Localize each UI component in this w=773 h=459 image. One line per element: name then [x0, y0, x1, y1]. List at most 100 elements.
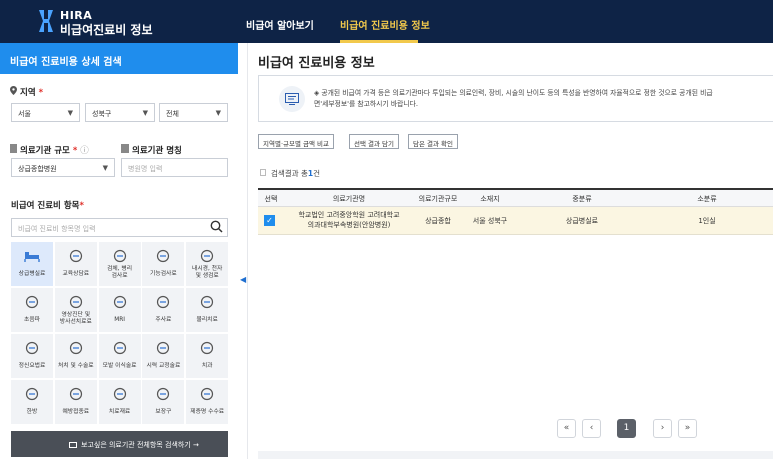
col-select: 선택 — [264, 195, 278, 203]
category-label: 상급병실료 — [18, 271, 46, 277]
view-saved-button[interactable]: 담은 결과 확인 — [408, 134, 459, 149]
hospital-name[interactable]: 학교법인 고려중앙학원 고려대학교 의과대학부속병원(안암병원) — [284, 210, 414, 230]
mid-category: 상급병실료 — [565, 217, 599, 225]
location-pin-icon — [10, 86, 17, 95]
chevron-down-icon: ▼ — [102, 164, 108, 172]
item-search-input[interactable]: 비급여 진료비 항목명 입력 — [11, 218, 228, 237]
brand-subtitle[interactable]: 비급여진료비 정보 — [60, 21, 153, 38]
last-page-button[interactable]: » — [678, 419, 697, 438]
prev-page-button[interactable]: ‹ — [582, 419, 601, 438]
arrow-right-icon: → — [192, 441, 199, 449]
col-location: 소재지 — [480, 195, 500, 203]
category-consult[interactable]: 교육상담료 — [54, 242, 97, 286]
category-vaccine[interactable]: 예방접종료 — [54, 380, 97, 424]
category-brain[interactable]: 정신요법료 — [11, 334, 53, 378]
category-label: 기능검사료 — [150, 271, 177, 277]
hira-logo-icon[interactable] — [36, 8, 56, 34]
category-microscope[interactable]: 검체, 병리 검사료 — [98, 242, 141, 286]
microscope-icon — [113, 249, 126, 263]
bed-icon — [24, 252, 40, 262]
list-icon — [69, 442, 77, 448]
nav-item-about[interactable]: 비급여 알아보기 — [246, 17, 314, 32]
category-herbal[interactable]: 한방 — [11, 380, 53, 424]
top-bar: HIRA 비급여진료비 정보 비급여 알아보기 비급여 진료비용 정보 — [0, 0, 773, 43]
category-label: 처치 및 수술료 — [57, 363, 94, 369]
next-page-button[interactable]: › — [653, 419, 672, 438]
page-1-button[interactable]: 1 — [617, 419, 636, 438]
category-function-test[interactable]: 기능검사료 — [142, 242, 185, 286]
category-label: 검체, 병리 검사료 — [107, 266, 133, 279]
divider — [247, 43, 248, 459]
category-label: 교육상담료 — [62, 271, 90, 277]
xray-icon — [69, 295, 82, 309]
save-selection-button[interactable]: 선택 결과 담기 — [349, 134, 400, 149]
col-scale: 의료기관규모 — [418, 195, 458, 203]
herbal-icon — [25, 387, 39, 401]
nav-active-indicator — [340, 40, 418, 43]
category-endoscope[interactable]: 내시경, 천자 및 생검료 — [186, 242, 229, 286]
row-checkbox[interactable]: ✓ — [264, 215, 275, 226]
wheelchair-icon — [157, 387, 170, 401]
hospital-name-input[interactable]: 병원명 입력 — [121, 158, 228, 177]
category-physio[interactable]: 물리치료 — [186, 288, 229, 332]
category-bed[interactable]: 상급병실료 — [11, 242, 53, 286]
region-city-select[interactable]: 서울 ▼ — [11, 103, 80, 122]
category-label: 한방 — [26, 409, 38, 415]
category-hair[interactable]: 모발 이식술료 — [98, 334, 141, 378]
category-ultrasound[interactable]: 초음파 — [11, 288, 53, 332]
notice-text: ◈ 공개된 비급여 가격 등은 의료기관마다 투입되는 의료인력, 장비, 시술… — [314, 89, 713, 108]
search-icon[interactable] — [210, 220, 223, 233]
category-label: 보장구 — [155, 409, 172, 415]
col-hospital-name: 의료기관명 — [332, 195, 366, 203]
brain-icon — [25, 341, 39, 355]
category-label: 초음파 — [24, 317, 40, 323]
category-surgery[interactable]: 처치 및 수술료 — [54, 334, 97, 378]
certificate-icon — [201, 387, 214, 401]
category-label: 정신요법료 — [18, 363, 46, 369]
category-label: 치료재료 — [108, 409, 131, 415]
hair-icon — [113, 341, 126, 355]
category-mri[interactable]: MRI — [98, 288, 141, 332]
category-label: 예방접종료 — [62, 409, 90, 415]
category-label: 치과 — [201, 363, 213, 369]
first-page-button[interactable]: « — [557, 419, 576, 438]
scale-label: 의료기관 규모 * ⓘ — [20, 146, 89, 156]
region-town-select[interactable]: 전체 ▼ — [159, 103, 228, 122]
compare-price-button[interactable]: 지역별·규모별 금액 비교 — [258, 134, 334, 149]
category-wheelchair[interactable]: 보장구 — [142, 380, 185, 424]
notice-icon — [279, 86, 305, 112]
category-label: 내시경, 천자 및 생검료 — [192, 266, 223, 279]
category-label: MRI — [114, 317, 125, 323]
category-tooth[interactable]: 치과 — [186, 334, 229, 378]
chevron-down-icon: ▼ — [67, 109, 73, 117]
region-district-select[interactable]: 성북구 ▼ — [85, 103, 155, 122]
tooth-icon — [201, 341, 214, 355]
page-title: 비급여 진료비용 정보 — [258, 56, 375, 71]
scale-select[interactable]: 상급종합병원 ▼ — [11, 158, 115, 177]
table-row[interactable]: ✓ 학교법인 고려중앙학원 고려대학교 의과대학부속병원(안암병원) 상급종합 서… — [258, 207, 773, 235]
function-test-icon — [157, 249, 170, 263]
building-icon — [10, 144, 17, 153]
vaccine-icon — [69, 387, 82, 401]
hospital-icon — [121, 144, 129, 153]
sidebar-title: 비급여 진료비용 상세 검색 — [0, 43, 238, 74]
table-header: 선택 의료기관명 의료기관규모 소재지 중분류 소분류 — [258, 188, 773, 207]
small-category: 1인실 — [698, 217, 716, 225]
mri-icon — [113, 295, 126, 309]
category-xray[interactable]: 영상진단 및 방사선치료료 — [54, 288, 97, 332]
nav-item-cost-info[interactable]: 비급여 진료비용 정보 — [340, 17, 430, 32]
help-icon[interactable]: ⓘ — [80, 146, 89, 156]
footer-strip — [258, 451, 773, 459]
notice-box: ◈ 공개된 비급여 가격 등은 의료기관마다 투입되는 의료인력, 장비, 시술… — [258, 75, 773, 122]
syringe-icon — [157, 295, 170, 309]
category-material[interactable]: 치료재료 — [98, 380, 141, 424]
category-certificate[interactable]: 제증명 수수료 — [186, 380, 229, 424]
search-all-button[interactable]: 보고싶은 의료기관 전체항목 검색하기 → — [11, 431, 228, 457]
collapse-sidebar-icon[interactable]: ◀ — [238, 270, 248, 292]
eye-icon — [157, 341, 170, 355]
category-syringe[interactable]: 주사료 — [142, 288, 185, 332]
category-eye[interactable]: 시력 교정술료 — [142, 334, 185, 378]
ultrasound-icon — [25, 295, 39, 309]
material-icon — [113, 387, 126, 401]
chevron-down-icon: ▼ — [215, 109, 221, 117]
